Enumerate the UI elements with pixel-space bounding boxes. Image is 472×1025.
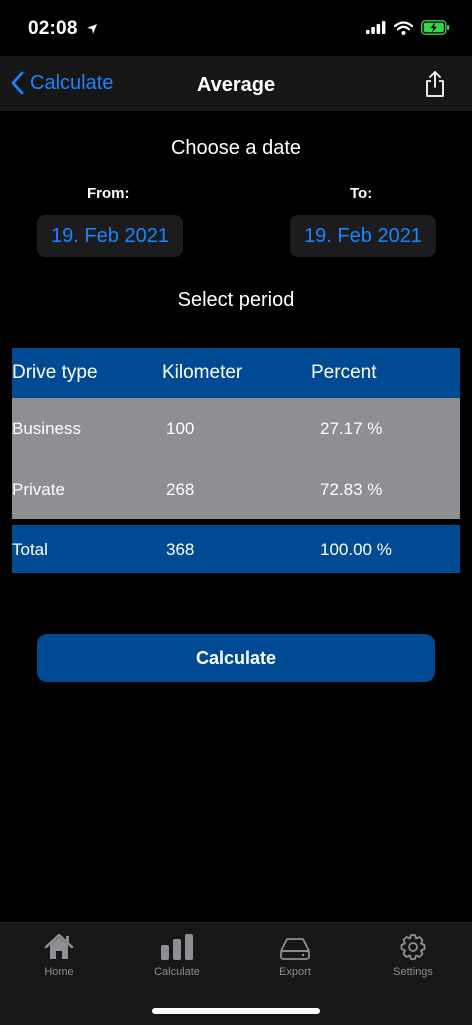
share-icon [426,71,444,97]
row-business-type: Business [12,419,81,438]
location-arrow-icon [87,24,98,34]
tab-calculate[interactable]: Calculate [127,933,227,978]
header-drive-type: Drive type [12,362,98,383]
status-time-text: 02:08 [28,18,78,39]
battery-charging-icon [421,20,450,35]
to-date-button[interactable]: 19. Feb 2021 [290,215,436,257]
from-label: From: [87,185,130,202]
tab-export[interactable]: Export [245,933,345,978]
row-business-km: 100 [166,419,195,438]
total-km: 368 [166,540,195,559]
from-date-button[interactable]: 19. Feb 2021 [37,215,183,257]
row-business-percent: 27.17 % [320,419,383,438]
table-header: Drive type Kilometer Percent [12,348,460,398]
cellular-signal-icon [366,21,386,34]
navigation-bar: Calculate Average [0,56,472,111]
tab-export-label: Export [279,966,311,978]
row-private-type: Private [12,480,65,499]
page-title: Average [196,74,276,96]
to-label: To: [350,185,373,202]
header-kilometer: Kilometer [162,362,243,383]
status-bar: 02:08 [0,0,472,56]
select-period-button[interactable]: Select period [0,289,472,312]
calculate-button[interactable]: Calculate [37,634,435,682]
status-time: 02:08 [28,18,98,40]
bar-chart-icon [161,934,193,960]
tab-home-label: Home [44,966,74,978]
row-private-km: 268 [166,480,195,499]
choose-date-title: Choose a date [170,137,302,159]
tab-settings-label: Settings [393,966,433,978]
row-private-percent: 72.83 % [320,480,383,499]
wifi-icon [394,20,413,35]
home-indicator [152,1008,320,1014]
status-indicators [366,20,450,35]
table-total-row: Total 368 100.00 % [12,525,460,573]
tab-home[interactable]: Home [9,933,109,978]
tab-calculate-label: Calculate [154,966,200,978]
total-label: Total [12,540,48,559]
tab-settings[interactable]: Settings [363,933,463,978]
drive-icon [280,938,310,960]
gear-icon [400,934,426,960]
header-percent: Percent [311,362,377,383]
table-body: Business 100 27.17 % Private 268 72.83 % [12,398,460,519]
home-icon [44,933,74,959]
total-percent: 100.00 % [320,540,392,559]
share-button[interactable] [424,70,446,103]
